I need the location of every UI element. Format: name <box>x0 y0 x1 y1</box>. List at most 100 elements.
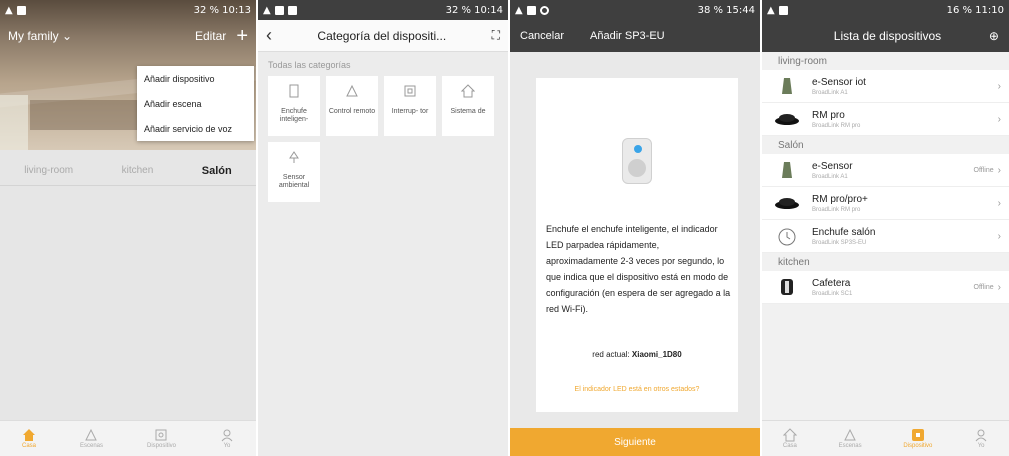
category-remote[interactable]: Control remoto <box>326 76 378 136</box>
chevron-down-icon: ⌄ <box>62 29 73 43</box>
smart-plug-icon <box>622 138 652 184</box>
nav-devices[interactable]: Dispositivo <box>147 428 176 449</box>
status-bar: ▲ 32 % 10:14 <box>258 0 508 20</box>
home-screen: ▲ 32 % 10:13 My family ⌄ Editar + Añadir… <box>0 0 256 456</box>
status-bar: ▲ 38 % 15:44 <box>510 0 760 20</box>
device-thumbnail-icon <box>774 225 800 247</box>
menu-item-add-voice[interactable]: Añadir servicio de voz <box>137 116 254 141</box>
category-switch[interactable]: Interrup- tor <box>384 76 436 136</box>
chevron-right-icon: › <box>997 230 1001 242</box>
user-icon <box>975 429 987 442</box>
category-sensor[interactable]: Sensor ambiental <box>268 142 320 202</box>
add-device-header: Cancelar Añadir SP3-EU <box>510 20 760 52</box>
device-list: living-room e-Sensor iot BroadLink A1 › RM p… <box>762 52 1009 304</box>
device-row[interactable]: RM pro BroadLink RM pro › <box>762 103 1009 136</box>
current-network: red actual: Xiaomi_1D80 <box>592 350 682 359</box>
scenes-icon <box>85 428 98 441</box>
edit-button[interactable]: Editar <box>195 29 226 43</box>
device-thumbnail-icon <box>774 276 800 298</box>
nav-scenes[interactable]: Escenas <box>80 428 103 449</box>
category-system[interactable]: Sistema de <box>442 76 494 136</box>
tab-living-room[interactable]: living-room <box>24 165 73 176</box>
section-header: living-room <box>762 52 1009 70</box>
section-header: kitchen <box>762 253 1009 271</box>
next-button[interactable]: Siguiente <box>510 428 760 456</box>
device-name: RM pro/pro+ <box>812 193 868 205</box>
device-model: BroadLink SC1 <box>812 290 853 297</box>
device-icon <box>911 429 924 441</box>
tab-salon[interactable]: Salón <box>202 165 232 177</box>
category-smart-plug[interactable]: Enchufe inteligen- <box>268 76 320 136</box>
instructions-card: Enchufe el enchufe inteligente, el indic… <box>536 78 738 412</box>
nav-home[interactable]: Casa <box>782 428 797 449</box>
device-status: Offline <box>973 283 994 291</box>
device-row[interactable]: Cafetera BroadLink SC1 Offline › <box>762 271 1009 304</box>
add-circle-icon[interactable]: ⊕ <box>989 29 999 43</box>
home-icon <box>782 428 797 442</box>
home-selector[interactable]: My family ⌄ <box>8 29 72 43</box>
status-bar: ▲ 32 % 10:13 <box>5 4 251 16</box>
home-header: My family ⌄ Editar + <box>0 20 256 52</box>
device-thumbnail-icon <box>774 159 800 181</box>
nav-me[interactable]: Yo <box>220 428 234 449</box>
instructions-text: Enchufe el enchufe inteligente, el indic… <box>546 224 731 314</box>
device-name: Enchufe salón <box>812 226 876 238</box>
add-device-screen: ▲ 38 % 15:44 Cancelar Añadir SP3-EU Ench… <box>510 0 760 456</box>
page-title: Categoría del dispositi... <box>317 28 447 43</box>
back-icon[interactable]: ‹ <box>266 25 272 46</box>
device-model: BroadLink RM pro <box>812 122 861 129</box>
bottom-nav: Casa Escenas Dispositivo Yo <box>762 420 1009 456</box>
device-model: BroadLink SP3S-EU <box>812 239 867 246</box>
device-list-screen: ▲ 16 % 11:10 Lista de dispositivos ⊕ liv… <box>762 0 1009 456</box>
device-icon <box>155 429 167 441</box>
add-menu: Añadir dispositivo Añadir escena Añadir … <box>137 66 254 141</box>
sensor-icon <box>289 151 299 163</box>
device-status: Offline <box>973 166 994 174</box>
nav-devices[interactable]: Dispositivo <box>903 428 932 449</box>
device-name: Cafetera <box>812 277 851 289</box>
device-model: BroadLink A1 <box>812 89 848 96</box>
device-thumbnail-icon <box>774 75 800 97</box>
menu-item-add-scene[interactable]: Añadir escena <box>137 91 254 116</box>
category-grid: Enchufe inteligen- Control remoto Interr… <box>258 76 508 202</box>
chevron-right-icon: › <box>997 80 1001 92</box>
led-other-states-link[interactable]: El indicador LED está en otros estados? <box>536 386 738 393</box>
bottom-nav: Casa Escenas Dispositivo Yo <box>0 420 256 456</box>
tab-kitchen[interactable]: kitchen <box>122 165 154 176</box>
device-list-header: Lista de dispositivos ⊕ <box>762 20 1009 52</box>
category-screen: ▲ 32 % 10:14 ‹ Categoría del dispositi..… <box>258 0 508 456</box>
device-row[interactable]: e-Sensor iot BroadLink A1 › <box>762 70 1009 103</box>
page-title: Añadir SP3-EU <box>590 30 665 42</box>
switch-icon <box>404 85 416 97</box>
device-model: BroadLink A1 <box>812 173 848 180</box>
nav-scenes[interactable]: Escenas <box>839 428 862 449</box>
remote-icon <box>346 84 358 97</box>
home-icon <box>22 429 35 441</box>
cancel-button[interactable]: Cancelar <box>520 30 564 42</box>
category-header: ‹ Categoría del dispositi... ⛶ <box>258 20 508 52</box>
device-row[interactable]: e-Sensor BroadLink A1 Offline › <box>762 154 1009 187</box>
device-thumbnail-icon <box>774 108 800 130</box>
device-name: e-Sensor <box>812 160 853 172</box>
menu-item-add-device[interactable]: Añadir dispositivo <box>137 66 254 91</box>
chevron-right-icon: › <box>997 113 1001 125</box>
device-name: RM pro <box>812 109 845 121</box>
section-header: Salón <box>762 136 1009 154</box>
add-icon[interactable]: + <box>236 26 248 46</box>
nav-home[interactable]: Casa <box>22 428 36 449</box>
home-icon <box>461 84 475 98</box>
user-icon <box>221 429 233 442</box>
plug-icon <box>289 84 299 98</box>
room-tabs: living-room kitchen Salón <box>0 156 256 186</box>
device-row[interactable]: RM pro/pro+ BroadLink RM pro › <box>762 187 1009 220</box>
device-model: BroadLink RM pro <box>812 206 861 213</box>
nav-me[interactable]: Yo <box>974 428 988 449</box>
device-row[interactable]: Enchufe salón BroadLink SP3S-EU › <box>762 220 1009 253</box>
scenes-icon <box>844 428 856 441</box>
category-subtitle: Todas las categorías <box>268 60 351 70</box>
chevron-right-icon: › <box>997 164 1001 176</box>
page-title: Lista de dispositivos <box>833 29 942 43</box>
device-thumbnail-icon <box>774 192 800 214</box>
scan-icon[interactable]: ⛶ <box>492 28 500 43</box>
status-bar: ▲ 16 % 11:10 <box>762 0 1009 20</box>
